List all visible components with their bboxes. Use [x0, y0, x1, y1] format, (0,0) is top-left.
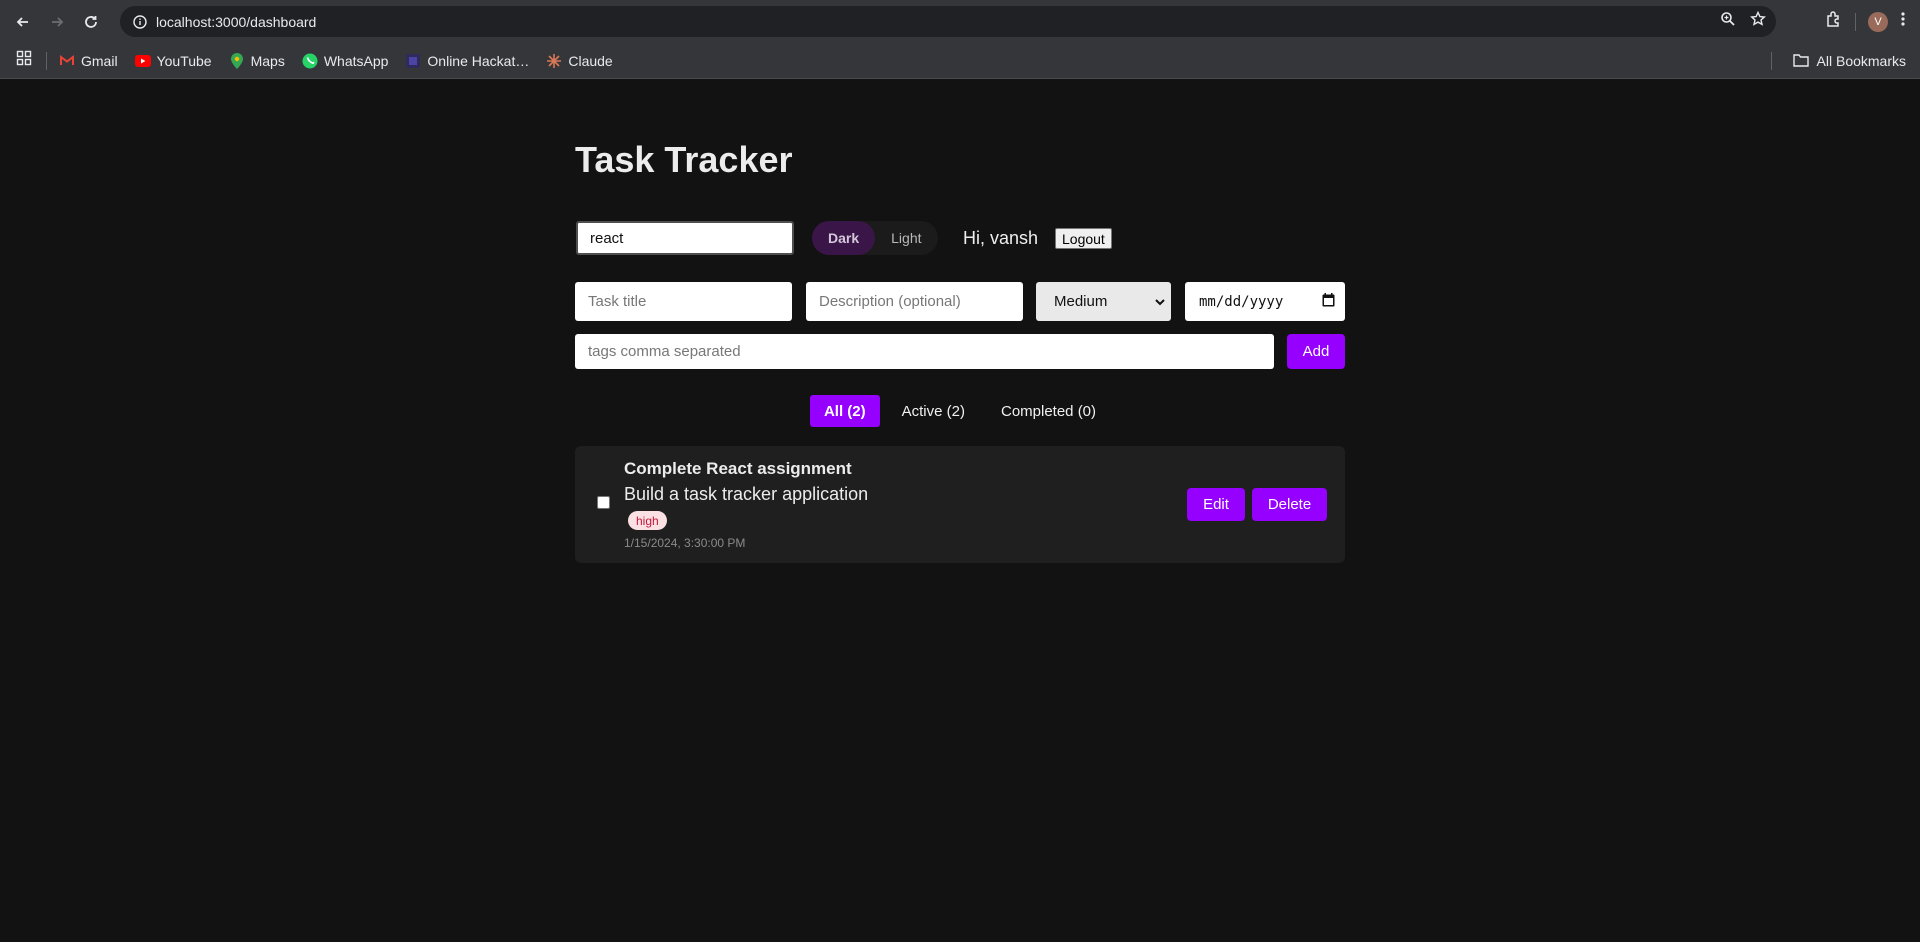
priority-select[interactable]: Medium — [1036, 282, 1171, 321]
bookmark-label: Claude — [568, 52, 613, 69]
folder-icon — [1792, 53, 1809, 70]
filter-all[interactable]: All (2) — [809, 395, 880, 427]
maps-icon — [229, 52, 245, 69]
due-date-placeholder: mm/dd/yyyy — [1199, 293, 1284, 310]
bookmark-label: Gmail — [81, 52, 118, 69]
filter-tabs: All (2) Active (2) Completed (0) — [575, 395, 1345, 427]
due-date-input[interactable]: mm/dd/yyyy — [1185, 282, 1345, 321]
task-title-input[interactable]: Task title — [575, 282, 792, 321]
bookmark-hackathon[interactable]: Online Hackat… — [405, 53, 529, 69]
logout-button[interactable]: Logout — [1055, 228, 1112, 249]
all-bookmarks-label: All Bookmarks — [1816, 53, 1906, 69]
priority-value: Medium — [1054, 293, 1108, 310]
task-complete-checkbox[interactable] — [597, 496, 610, 509]
menu-icon[interactable] — [1900, 11, 1906, 32]
forward-icon[interactable] — [40, 5, 74, 39]
bookmark-star-icon[interactable] — [1750, 10, 1766, 32]
bookmark-youtube[interactable]: YouTube — [134, 52, 212, 69]
calendar-icon[interactable] — [1322, 292, 1335, 311]
bookmark-maps[interactable]: Maps — [229, 52, 285, 69]
task-description-placeholder: Description (optional) — [819, 293, 961, 310]
task-description-input[interactable]: Description (optional) — [806, 282, 1023, 321]
task-title-placeholder: Task title — [588, 293, 647, 310]
delete-task-button[interactable]: Delete — [1252, 488, 1327, 521]
bookmark-label: YouTube — [156, 52, 212, 69]
tags-input[interactable]: tags comma separated — [575, 334, 1274, 369]
gmail-icon — [59, 53, 75, 69]
bookmarks-bar: Gmail YouTube Maps WhatsApp Online Hacka… — [0, 43, 1920, 79]
site-info-icon[interactable] — [124, 6, 156, 37]
browser-toolbar: localhost:3000/dashboard V — [0, 0, 1920, 43]
bookmark-gmail[interactable]: Gmail — [59, 53, 118, 69]
apps-grid-icon[interactable] — [16, 50, 32, 71]
task-card: Complete React assignment Build a task t… — [575, 446, 1345, 563]
extensions-icon[interactable] — [1825, 10, 1843, 33]
bookmark-label: Online Hackat… — [427, 52, 530, 69]
task-description: Build a task tracker application — [624, 484, 869, 504]
theme-light-button[interactable]: Light — [875, 221, 937, 255]
theme-dark-button[interactable]: Dark — [812, 221, 876, 255]
whatsapp-icon — [302, 53, 318, 69]
profile-avatar[interactable]: V — [1868, 11, 1888, 32]
edit-task-button[interactable]: Edit — [1187, 488, 1245, 521]
address-bar[interactable]: localhost:3000/dashboard — [120, 6, 1776, 37]
search-input[interactable] — [576, 221, 794, 255]
back-icon[interactable] — [6, 5, 40, 39]
bookmarks-divider — [1771, 52, 1772, 70]
bookmark-whatsapp[interactable]: WhatsApp — [302, 52, 389, 69]
page-title: Task Tracker — [575, 139, 793, 180]
url-text[interactable]: localhost:3000/dashboard — [156, 14, 316, 30]
claude-icon — [546, 53, 562, 69]
bookmark-label: WhatsApp — [323, 52, 389, 69]
add-task-button[interactable]: Add — [1287, 334, 1345, 369]
filter-active[interactable]: Active (2) — [888, 395, 979, 427]
reload-icon[interactable] — [74, 5, 108, 39]
user-greeting: Hi, vansh — [963, 228, 1039, 248]
tags-placeholder: tags comma separated — [588, 343, 741, 360]
all-bookmarks-button[interactable]: All Bookmarks — [1792, 43, 1906, 79]
priority-tag: high — [628, 511, 667, 530]
bookmark-label: Maps — [250, 52, 285, 69]
filter-completed[interactable]: Completed (0) — [987, 395, 1110, 427]
task-date: 1/15/2024, 3:30:00 PM — [624, 536, 746, 550]
bookmarks-divider — [46, 51, 47, 70]
toolbar-divider — [1855, 12, 1856, 31]
hackathon-icon — [405, 53, 421, 69]
bookmark-claude[interactable]: Claude — [546, 52, 613, 69]
youtube-icon — [134, 53, 151, 69]
zoom-icon[interactable] — [1720, 11, 1736, 32]
chevron-down-icon — [1155, 293, 1165, 310]
task-title: Complete React assignment — [624, 459, 852, 478]
theme-toggle: Dark Light — [812, 221, 938, 255]
